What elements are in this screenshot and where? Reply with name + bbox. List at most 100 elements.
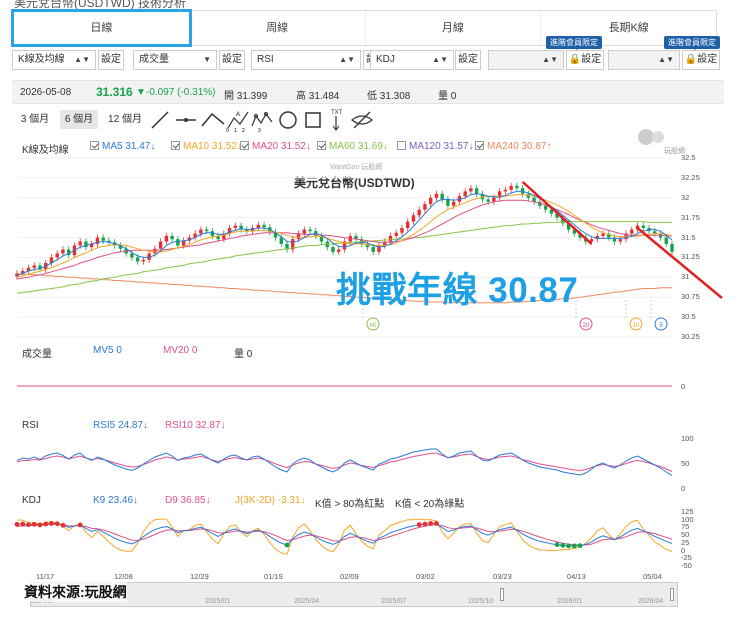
candle [331,247,335,252]
source-note: 資料來源:玩股網 [24,582,127,602]
candle [78,241,82,246]
candle [601,233,605,236]
kdj-high-dot [416,522,422,528]
k9-legend: K9 23.46↓ [93,495,139,506]
mv20-legend: MV20 0 [163,345,198,356]
candle [153,248,157,254]
price-axis-label: 31.75 [681,212,700,222]
volume-axis-0: 0 [681,382,686,391]
candle [405,221,410,229]
candle [164,235,169,242]
kdj-low-dot [554,542,560,548]
x-axis-label: 01/19 [264,572,283,581]
j-legend: J(3K-2D) -3.31↓ [235,495,306,506]
kdj-high-dot [54,521,60,527]
price-axis-label: 31.25 [681,252,700,262]
candle [411,215,416,222]
navigator-label: 2025/01 [205,598,231,605]
kdj-low-dot [560,542,566,548]
candle [130,253,134,258]
rsi-axis-label: 50 [681,459,690,468]
candle [630,229,634,234]
kdj-high-dot [434,521,439,526]
candle [204,229,209,232]
candle [503,189,508,192]
price-axis-label: 30.75 [681,292,700,302]
candle [434,193,439,198]
ma-marker-label: 20 [583,323,590,329]
d9-legend: D9 36.85↓ [165,495,211,506]
rsi5-line [16,448,673,476]
rsi10-legend: RSI10 32.87↓ [165,420,226,431]
kdj-low-dot [571,543,577,549]
navigator-right-handle[interactable] [670,588,674,601]
kdj-note-green: K值 < 20為綠點 [395,499,465,510]
candle [199,229,203,234]
price-axis-label: 30.25 [681,332,700,341]
volume-legend-label: 成交量 [22,349,52,360]
ma-marker-label: 60 [370,323,377,329]
kdj-high-dot [31,521,37,527]
kdj-high-dot [77,522,83,528]
candle [486,199,490,202]
rsi-axis-label: 0 [681,484,686,493]
candle [641,225,645,229]
price-axis-label: 32.25 [681,172,700,182]
candle [423,204,427,210]
x-axis-label: 02/09 [340,572,359,581]
kdj-low-dot [284,542,290,548]
price-axis-label: 32.5 [681,153,696,162]
candle [135,257,140,262]
candle [417,209,421,216]
navigator-label: 2025/04 [294,598,320,605]
candle [428,197,433,205]
kdj-high-dot [49,521,54,526]
candle [279,237,284,244]
candle [176,239,180,246]
candle [388,235,393,242]
annotation-text: 挑戰年線 30.87 [336,271,579,310]
candle [400,228,404,233]
navigator-label: 2025/10 [468,598,494,605]
x-axis-label: 11/17 [36,572,55,581]
candle [181,240,186,246]
price-axis-label: 30.5 [681,312,696,322]
x-axis-label: 05/04 [643,572,662,581]
kdj-high-dot [428,521,434,526]
candle [451,201,456,206]
candle [515,185,519,189]
candle [469,188,473,192]
rsi-axis-label: 100 [681,434,694,443]
navigator-label: 2026/01 [557,598,583,605]
candle [440,193,444,200]
candle [61,249,65,254]
x-axis-label: 03/02 [416,572,435,581]
candle [158,241,163,249]
kdj-low-dot [566,543,571,549]
kdj-high-dot [43,521,49,527]
kdj-high-dot [422,521,428,527]
kdj-high-dot [26,522,31,528]
candle [308,229,312,232]
candle [55,253,59,258]
tab-daily[interactable]: 日線 [11,9,192,47]
kdj-high-dot [20,521,26,527]
candle [463,191,467,197]
kdj-high-dot [14,521,20,527]
kdj-note-red: K值 > 80為紅點 [315,499,385,510]
mv5-legend: MV5 0 [93,345,122,356]
candle [337,249,341,252]
trend-line [521,180,593,245]
kdj-legend-label: KDJ [22,495,41,506]
rsi-legend-label: RSI [22,420,39,431]
price-axis-label: 31.5 [681,232,696,242]
rsi10-line [16,452,673,472]
candle [371,247,375,252]
kdj-low-dot [577,543,583,549]
price-axis-label: 32 [681,192,690,202]
x-axis-label: 03/23 [493,572,512,581]
candle [670,243,674,252]
navigator-left-handle[interactable] [500,588,504,601]
candle [446,199,450,206]
kdj-axis-label: -50 [681,561,692,570]
